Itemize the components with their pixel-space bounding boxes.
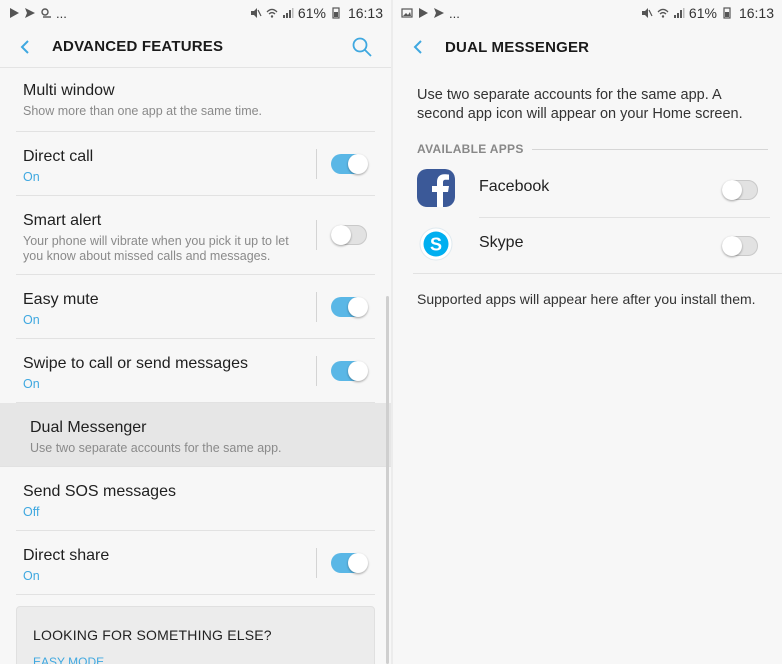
toggle-knob: [348, 360, 368, 381]
clock: 16:13: [738, 5, 774, 21]
setting-status: On: [23, 377, 40, 391]
send-icon: [25, 8, 35, 18]
toggle-knob: [348, 552, 368, 573]
settings-list: Multi window Show more than one app at t…: [0, 68, 391, 595]
setting-status: On: [23, 170, 40, 184]
app-row-facebook[interactable]: Facebook: [415, 162, 770, 218]
weather-icon: [41, 8, 51, 18]
skype-toggle[interactable]: [722, 236, 758, 256]
play-icon: [10, 8, 19, 18]
setting-easy-mute[interactable]: Easy mute On: [16, 275, 375, 339]
divider: [413, 273, 782, 274]
setting-swipe-to-call[interactable]: Swipe to call or send messages On: [16, 339, 375, 403]
setting-title: Direct share: [23, 547, 110, 564]
back-arrow-icon: [413, 40, 422, 54]
send-icon: [434, 8, 444, 18]
page-title: DUAL MESSENGER: [445, 38, 590, 56]
battery-percent: 61%: [297, 5, 326, 21]
status-bar: ... 61% 16:13: [393, 0, 782, 26]
more-notifications: ...: [56, 5, 67, 21]
available-apps-header: AVAILABLE APPS: [417, 140, 768, 158]
back-button[interactable]: [407, 36, 429, 58]
divider: [316, 547, 317, 578]
toggle-knob: [722, 236, 742, 256]
mute-icon: [250, 8, 262, 18]
swipe-to-call-toggle[interactable]: [331, 360, 368, 381]
toggle-knob: [331, 225, 351, 245]
play-icon: [419, 8, 428, 18]
app-name: Facebook: [479, 178, 550, 195]
wifi-icon: [657, 8, 669, 18]
section-label: AVAILABLE APPS: [417, 142, 524, 156]
direct-call-toggle[interactable]: [331, 153, 368, 174]
scrollbar[interactable]: [386, 296, 389, 664]
card-title: LOOKING FOR SOMETHING ELSE?: [33, 627, 272, 643]
divider: [316, 220, 317, 250]
setting-summary: Show more than one app at the same time.: [23, 104, 263, 118]
setting-status: Off: [23, 505, 40, 519]
setting-direct-call[interactable]: Direct call On: [16, 132, 375, 196]
wifi-icon: [266, 8, 278, 18]
setting-send-sos[interactable]: Send SOS messages Off: [16, 467, 375, 531]
app-bar: DUAL MESSENGER: [393, 26, 782, 68]
status-bar: ... 61% 16:13: [0, 0, 391, 26]
setting-title: Multi window: [23, 82, 115, 99]
toggle-knob: [348, 153, 368, 174]
search-icon: [352, 37, 372, 57]
back-arrow-icon: [20, 39, 29, 54]
signal-icon: [673, 8, 685, 18]
dual-messenger-screen: ... 61% 16:13 DUAL MESSENGER Use two sep…: [391, 0, 782, 664]
smart-alert-toggle[interactable]: [331, 225, 367, 245]
setting-title: Swipe to call or send messages: [23, 355, 248, 372]
image-icon: [401, 8, 413, 18]
divider: [316, 355, 317, 386]
app-bar: ADVANCED FEATURES: [0, 26, 391, 68]
page-title: ADVANCED FEATURES: [52, 38, 224, 55]
mute-icon: [641, 8, 653, 18]
divider: [316, 148, 317, 179]
facebook-toggle[interactable]: [722, 180, 758, 200]
setting-smart-alert[interactable]: Smart alert Your phone will vibrate when…: [16, 196, 375, 275]
setting-title: Smart alert: [23, 212, 102, 229]
clock: 16:13: [347, 5, 383, 21]
setting-title: Easy mute: [23, 291, 99, 308]
facebook-icon: [417, 169, 455, 207]
setting-title: Direct call: [23, 148, 94, 165]
svg-text:S: S: [430, 235, 442, 255]
setting-status: On: [23, 569, 40, 583]
search-button[interactable]: [351, 36, 373, 58]
setting-status: On: [23, 313, 40, 327]
back-button[interactable]: [14, 36, 36, 58]
setting-summary: Use two separate accounts for the same a…: [30, 441, 282, 455]
setting-summary: Your phone will vibrate when you pick it…: [23, 234, 289, 263]
toggle-knob: [348, 296, 368, 317]
toggle-knob: [722, 180, 742, 200]
easy-mode-link[interactable]: EASY MODE: [33, 655, 358, 664]
app-name: Skype: [479, 234, 524, 251]
looking-for-something-else-card: LOOKING FOR SOMETHING ELSE? EASY MODE: [16, 606, 375, 664]
easy-mute-toggle[interactable]: [331, 296, 368, 317]
setting-dual-messenger[interactable]: Dual Messenger Use two separate accounts…: [0, 403, 391, 467]
description: Use two separate accounts for the same a…: [417, 87, 743, 122]
skype-icon: S: [417, 225, 455, 263]
battery-icon: [332, 7, 340, 19]
supported-apps-note: Supported apps will appear here after yo…: [417, 291, 756, 307]
direct-share-toggle[interactable]: [331, 552, 368, 573]
setting-title: Dual Messenger: [30, 419, 147, 436]
setting-direct-share[interactable]: Direct share On: [16, 531, 375, 595]
battery-percent: 61%: [688, 5, 717, 21]
battery-icon: [723, 7, 731, 19]
signal-icon: [282, 8, 294, 18]
setting-title: Send SOS messages: [23, 483, 176, 500]
divider: [316, 291, 317, 322]
section-divider: [531, 148, 768, 150]
advanced-features-screen: ... 61% 16:13 ADVANCED FEATURES Multi wi…: [0, 0, 391, 664]
setting-multi-window[interactable]: Multi window Show more than one app at t…: [16, 68, 375, 132]
app-row-skype[interactable]: S Skype: [415, 218, 762, 274]
more-notifications: ...: [449, 5, 460, 21]
